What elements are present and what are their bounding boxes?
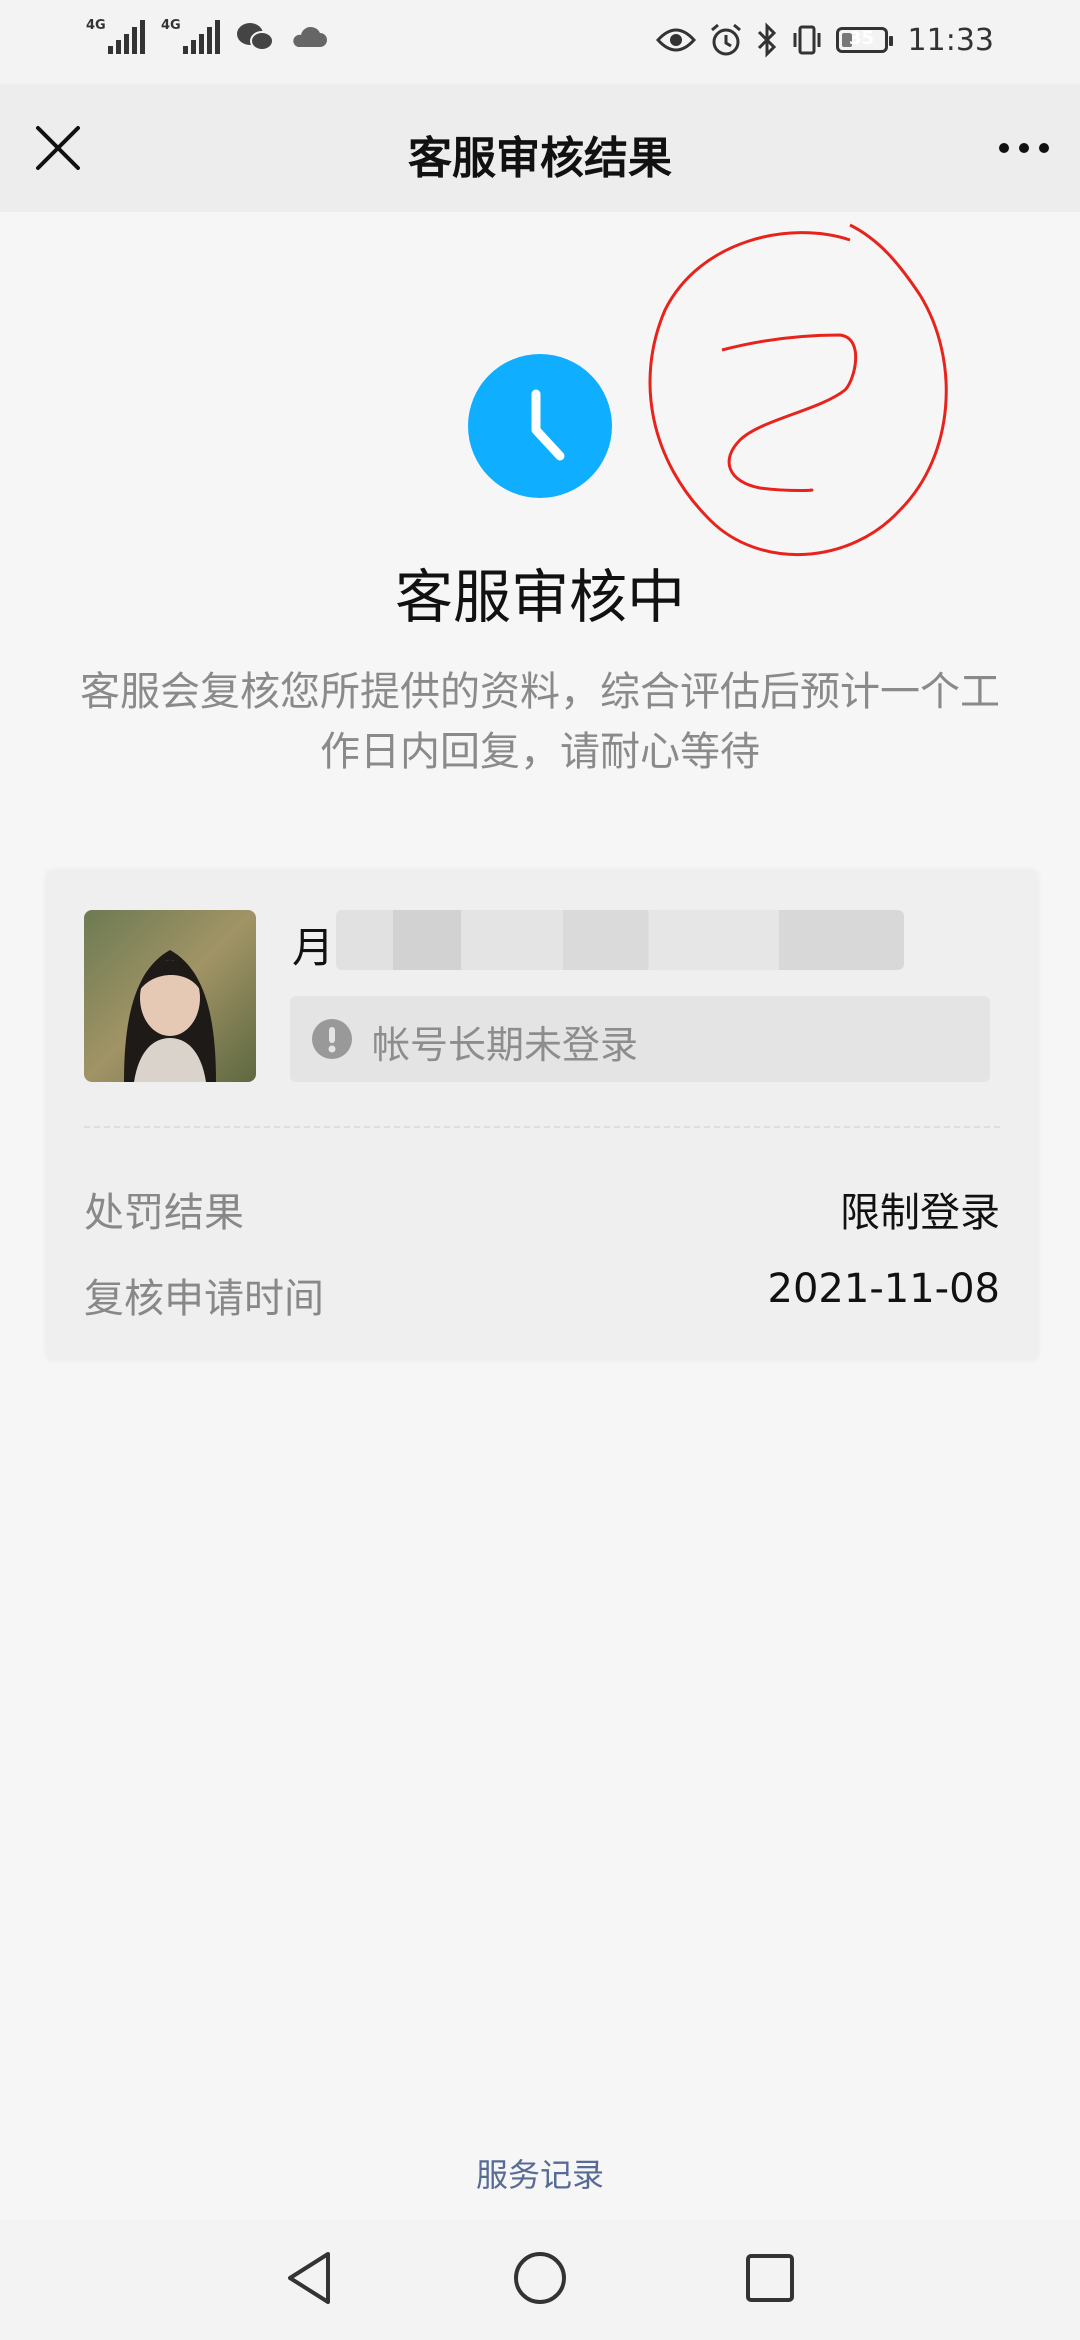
vibrate-icon bbox=[793, 25, 821, 55]
status-bar: 4G 4G 35 11:33 bbox=[0, 0, 1080, 84]
signal-icon: 4G bbox=[161, 18, 220, 54]
home-circle-icon[interactable] bbox=[512, 2248, 568, 2308]
status-left: 4G 4G bbox=[86, 18, 328, 54]
status-description: 客服会复核您所提供的资料，综合评估后预计一个工作日内回复，请耐心等待 bbox=[80, 669, 1000, 775]
penalty-value: 限制登录 bbox=[840, 1190, 1000, 1236]
back-triangle-icon[interactable] bbox=[282, 2248, 338, 2308]
cloud-icon bbox=[293, 26, 327, 47]
account-notice: 帐号长期未登录 bbox=[290, 996, 990, 1082]
exclamation-icon bbox=[312, 1019, 352, 1059]
status-right: 35 11:33 bbox=[655, 22, 994, 58]
review-time-label: 复核申请时间 bbox=[84, 1276, 324, 1322]
status-title: 客服审核中 bbox=[394, 563, 685, 631]
network-label: 4G bbox=[161, 18, 181, 33]
recents-square-icon[interactable] bbox=[742, 2248, 798, 2308]
blurred-name-mask bbox=[336, 910, 904, 970]
battery-icon: 35 bbox=[835, 27, 893, 53]
system-navigation-bar bbox=[0, 2220, 1080, 2340]
clock-time: 11:33 bbox=[907, 22, 994, 58]
account-card: 月 帐号长期未登录 处罚结果 限制登录 复核申请时间 2021-11-08 bbox=[46, 870, 1038, 1360]
battery-text: 35 bbox=[849, 28, 875, 49]
clock-icon bbox=[468, 354, 612, 498]
handwritten-annotation bbox=[648, 223, 948, 556]
divider bbox=[84, 1126, 1000, 1128]
wechat-icon bbox=[237, 23, 274, 51]
more-icon[interactable] bbox=[994, 120, 1054, 176]
eye-icon bbox=[655, 28, 696, 52]
signal-icon: 4G bbox=[86, 18, 145, 54]
alarm-icon bbox=[710, 23, 741, 56]
penalty-label: 处罚结果 bbox=[84, 1190, 244, 1236]
bluetooth-icon bbox=[757, 22, 776, 58]
account-name: 月 bbox=[292, 923, 335, 972]
review-time-value: 2021-11-08 bbox=[767, 1266, 1000, 1312]
notice-text: 帐号长期未登录 bbox=[372, 1023, 639, 1067]
avatar bbox=[84, 910, 256, 1082]
navigation-bar: 客服审核结果 bbox=[0, 84, 1080, 212]
network-label: 4G bbox=[86, 18, 106, 33]
page-title: 客服审核结果 bbox=[408, 133, 672, 184]
service-record-link[interactable]: 服务记录 bbox=[0, 2150, 1080, 2196]
